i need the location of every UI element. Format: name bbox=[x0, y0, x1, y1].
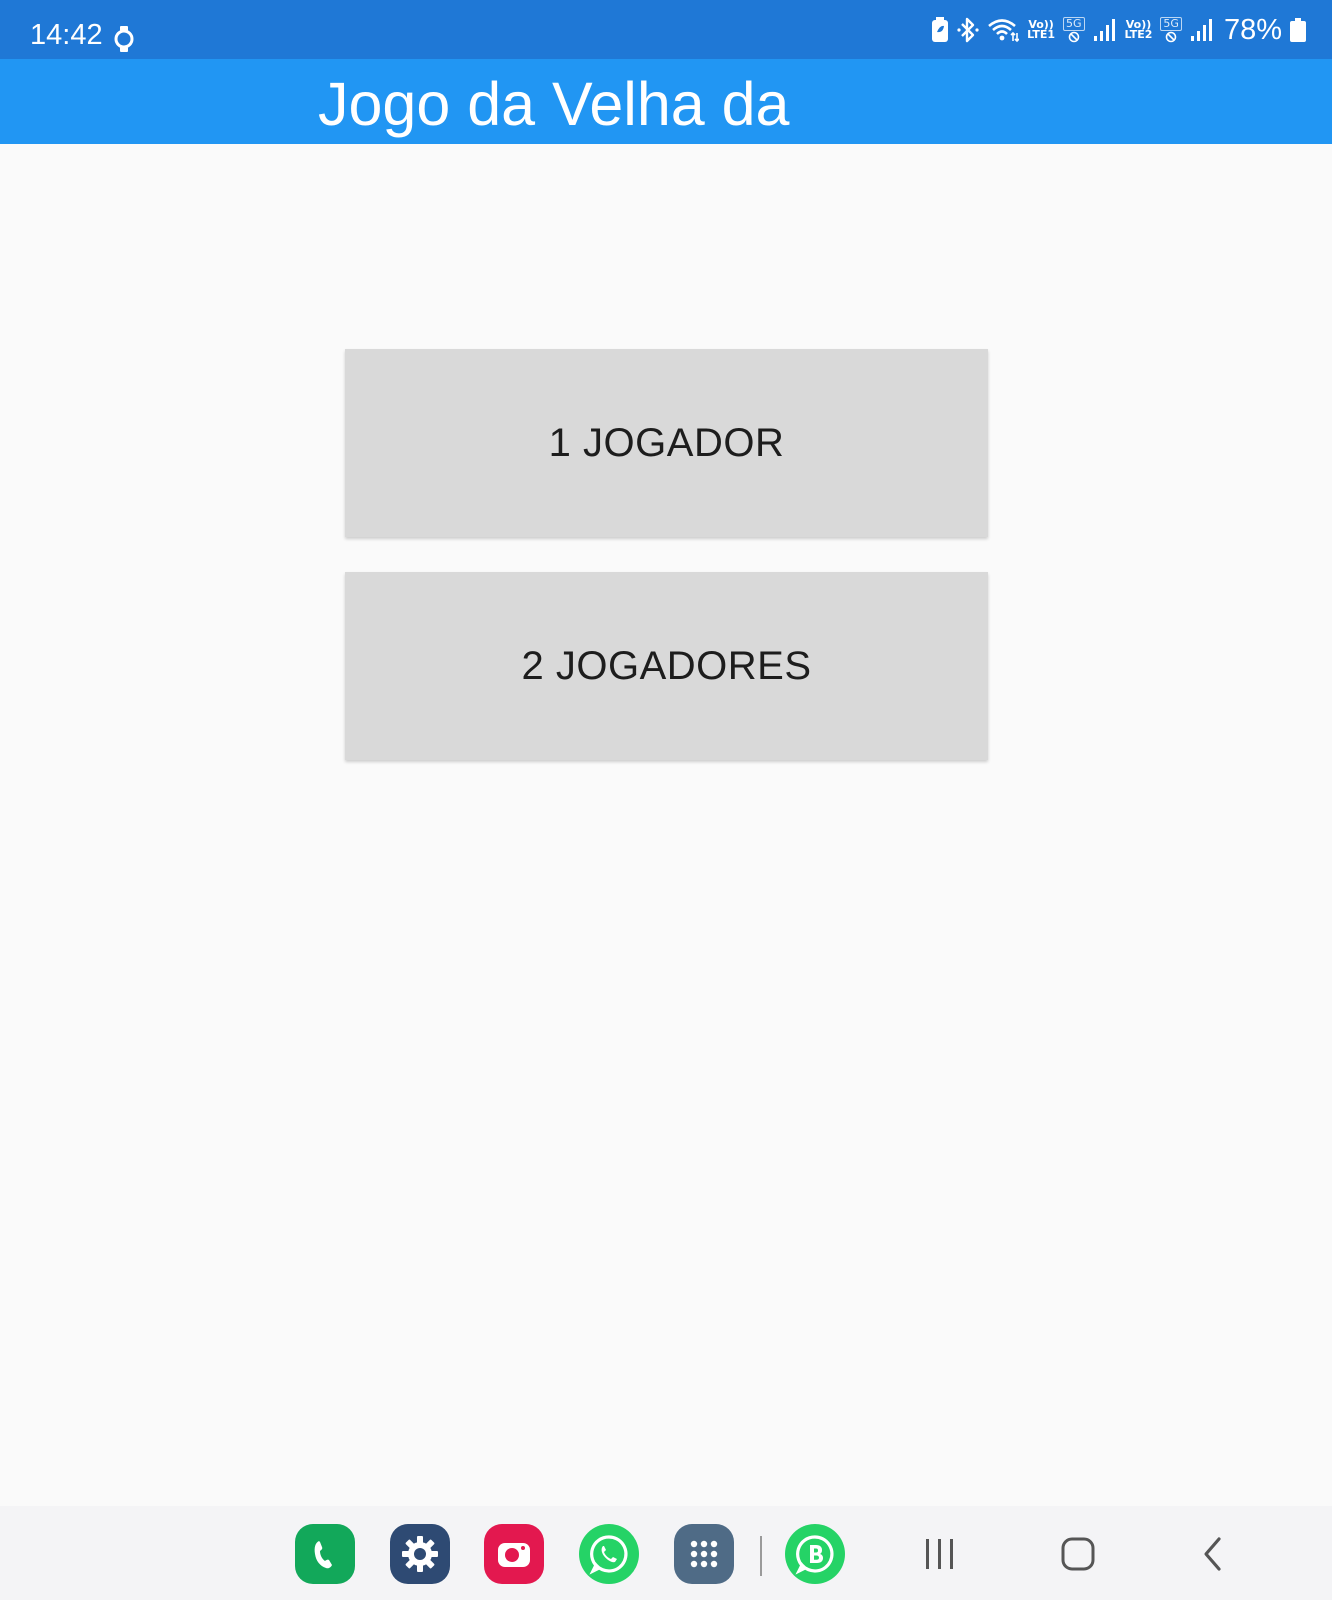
bluetooth-icon bbox=[957, 17, 979, 43]
back-button[interactable] bbox=[1190, 1532, 1238, 1576]
whatsapp-glyph-icon bbox=[589, 1535, 628, 1575]
recent-apps-button[interactable] bbox=[916, 1532, 964, 1576]
whatsapp-business-app-icon[interactable] bbox=[785, 1524, 845, 1584]
data-5g-indicator: 5G bbox=[1063, 17, 1085, 43]
5g-badge: 5G bbox=[1063, 17, 1085, 31]
home-icon bbox=[1061, 1537, 1095, 1571]
gear-icon bbox=[402, 1536, 438, 1572]
status-icons: Vo)) LTE1 5G Vo)) LTE2 5G 78% bbox=[931, 14, 1306, 46]
one-player-button[interactable]: 1 JOGADOR bbox=[345, 349, 988, 537]
settings-app-icon[interactable] bbox=[390, 1524, 450, 1584]
signal-icon bbox=[1190, 19, 1212, 41]
data-5g-indicator: 5G bbox=[1160, 17, 1182, 43]
network-lte-label: LTE2 bbox=[1124, 28, 1153, 41]
navigation-bar bbox=[0, 1506, 1332, 1600]
back-icon bbox=[1204, 1537, 1221, 1571]
blocked-icon bbox=[1165, 31, 1177, 43]
whatsapp-app-icon[interactable] bbox=[579, 1524, 639, 1584]
app-title: Jogo da Velha da bbox=[318, 70, 790, 138]
recent-apps-icon bbox=[926, 1539, 953, 1569]
home-button[interactable] bbox=[1054, 1532, 1102, 1576]
app-bar: Jogo da Velha da bbox=[0, 59, 1332, 144]
status-time: 14:42 bbox=[30, 19, 103, 51]
status-bar: 14:42 Vo)) LTE1 5G Vo)) LTE2 5G 78% bbox=[0, 0, 1332, 59]
app-drawer-icon[interactable] bbox=[674, 1524, 734, 1584]
wifi-icon bbox=[988, 19, 1020, 43]
whatsapp-business-glyph-icon bbox=[795, 1535, 834, 1575]
two-players-button[interactable]: 2 JOGADORES bbox=[345, 572, 988, 760]
camera-glyph-icon bbox=[498, 1543, 530, 1567]
dock-divider bbox=[760, 1536, 762, 1576]
grid-icon bbox=[690, 1540, 718, 1568]
battery-saver-icon bbox=[932, 17, 949, 42]
battery-icon bbox=[1290, 18, 1306, 42]
blocked-icon bbox=[1068, 31, 1080, 43]
signal-icon bbox=[1093, 19, 1115, 41]
5g-badge: 5G bbox=[1160, 17, 1182, 31]
watch-icon bbox=[114, 26, 134, 52]
network-lte1: Vo)) LTE1 bbox=[1027, 19, 1056, 41]
network-lte-label: LTE1 bbox=[1027, 28, 1056, 41]
battery-percent: 78% bbox=[1223, 13, 1282, 46]
phone-app-icon[interactable] bbox=[295, 1524, 355, 1584]
camera-app-icon[interactable] bbox=[484, 1524, 544, 1584]
network-lte2: Vo)) LTE2 bbox=[1124, 19, 1153, 41]
phone-glyph-icon bbox=[314, 1541, 332, 1569]
